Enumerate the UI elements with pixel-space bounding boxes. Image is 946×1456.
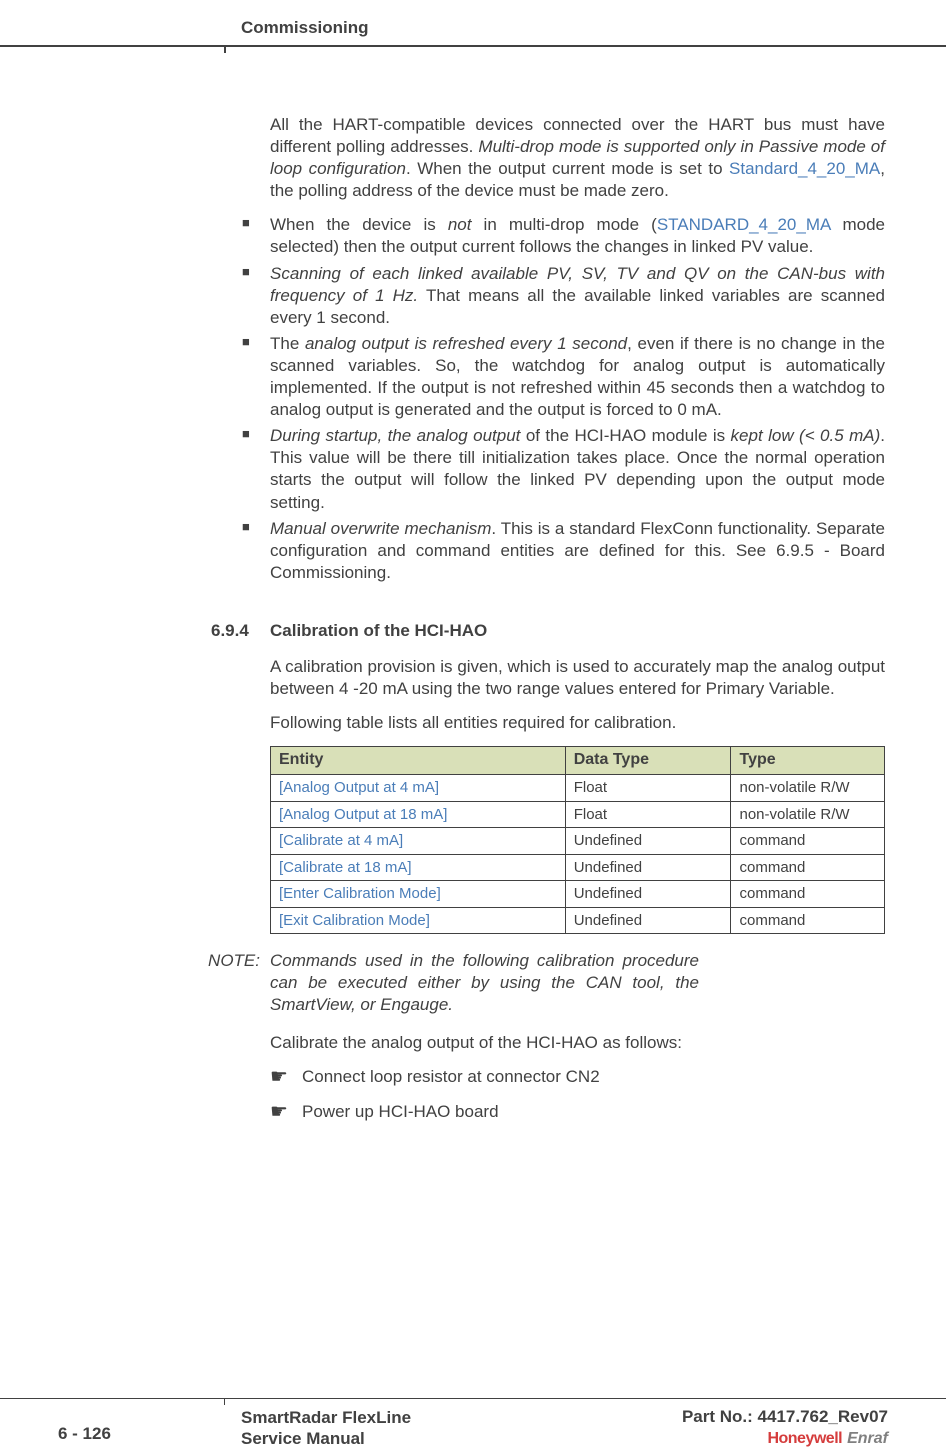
intro-text-2: . When the output current mode is set to	[406, 159, 729, 178]
calibrate-intro: Calibrate the analog output of the HCI-H…	[270, 1032, 885, 1054]
cell-datatype: Undefined	[565, 828, 731, 855]
page-number: 6 - 126	[58, 1424, 111, 1444]
footer-product: SmartRadar FlexLine	[241, 1408, 411, 1427]
cell-type: non-volatile R/W	[731, 801, 885, 828]
bullet-1: Scanning of each linked available PV, SV…	[242, 263, 885, 329]
cell-datatype: Float	[565, 801, 731, 828]
honeywell-logo: Honeywell	[767, 1430, 842, 1447]
b3-p0: During startup, the analog output	[270, 426, 520, 445]
main-content: All the HART-compatible devices connecte…	[270, 114, 885, 1135]
b2-p1: analog output is refreshed every 1 secon…	[305, 334, 627, 353]
bullet-0: When the device is not in multi-drop mod…	[242, 214, 885, 258]
b3-p1: of the HCI-HAO module is	[520, 426, 730, 445]
table-row: [Calibrate at 4 mA] Undefined command	[271, 828, 885, 855]
cell-type: command	[731, 907, 885, 934]
cell-entity: [Calibrate at 4 mA]	[271, 828, 566, 855]
bullet-2: The analog output is refreshed every 1 s…	[242, 333, 885, 421]
page-footer: 6 - 126 SmartRadar FlexLine Service Manu…	[0, 1398, 946, 1456]
bullet-4: Manual overwrite mechanism. This is a st…	[242, 518, 885, 584]
section-para-2: Following table lists all entities requi…	[270, 712, 885, 734]
th-datatype: Data Type	[565, 747, 731, 775]
bullet-3: During startup, the analog output of the…	[242, 425, 885, 513]
section-heading: 6.9.4 Calibration of the HCI-HAO	[270, 620, 885, 642]
enraf-logo: Enraf	[847, 1430, 888, 1447]
cell-type: non-volatile R/W	[731, 775, 885, 802]
footer-logo: Honeywell Enraf	[767, 1430, 888, 1448]
calibrate-steps: Connect loop resistor at connector CN2 P…	[270, 1066, 885, 1122]
b0-p2: in multi-drop mode (	[471, 215, 656, 234]
cell-datatype: Undefined	[565, 854, 731, 881]
feature-bullet-list: When the device is not in multi-drop mod…	[242, 214, 885, 584]
cell-type: command	[731, 828, 885, 855]
section-title: Calibration of the HCI-HAO	[270, 620, 487, 642]
cell-datatype: Float	[565, 775, 731, 802]
cell-type: command	[731, 854, 885, 881]
table-row: [Analog Output at 4 mA] Float non-volati…	[271, 775, 885, 802]
section-number: 6.9.4	[211, 620, 270, 642]
cell-entity: [Exit Calibration Mode]	[271, 907, 566, 934]
cell-entity: [Calibrate at 18 mA]	[271, 854, 566, 881]
b4-p0: Manual overwrite mechanism	[270, 519, 491, 538]
step-0: Connect loop resistor at connector CN2	[270, 1066, 885, 1088]
note-block: NOTE: Commands used in the following cal…	[184, 950, 699, 1016]
cell-datatype: Undefined	[565, 881, 731, 908]
b0-p0: When the device is	[270, 215, 448, 234]
b3-p2: kept low (< 0.5 mA)	[731, 426, 881, 445]
table-row: [Calibrate at 18 mA] Undefined command	[271, 854, 885, 881]
th-entity: Entity	[271, 747, 566, 775]
page-header-title: Commissioning	[241, 18, 369, 38]
footer-part-number: Part No.: 4417.762_Rev07	[682, 1407, 888, 1427]
section-para-1: A calibration provision is given, which …	[270, 656, 885, 700]
header-rule	[0, 45, 946, 47]
footer-center: SmartRadar FlexLine Service Manual	[241, 1407, 411, 1450]
b0-p1: not	[448, 215, 472, 234]
intro-link: Standard_4_20_MA	[729, 159, 880, 178]
calibration-entities-table: Entity Data Type Type [Analog Output at …	[270, 746, 885, 934]
table-row: [Exit Calibration Mode] Undefined comman…	[271, 907, 885, 934]
cell-entity: [Analog Output at 18 mA]	[271, 801, 566, 828]
cell-type: command	[731, 881, 885, 908]
footer-doc-type: Service Manual	[241, 1429, 365, 1448]
th-type: Type	[731, 747, 885, 775]
note-label: NOTE:	[184, 950, 270, 1016]
table-row: [Enter Calibration Mode] Undefined comma…	[271, 881, 885, 908]
step-1: Power up HCI-HAO board	[270, 1101, 885, 1123]
intro-paragraph: All the HART-compatible devices connecte…	[270, 114, 885, 202]
note-text: Commands used in the following calibrati…	[270, 950, 699, 1016]
cell-datatype: Undefined	[565, 907, 731, 934]
table-row: [Analog Output at 18 mA] Float non-volat…	[271, 801, 885, 828]
cell-entity: [Analog Output at 4 mA]	[271, 775, 566, 802]
header-tick	[224, 45, 226, 53]
cell-entity: [Enter Calibration Mode]	[271, 881, 566, 908]
b2-p0: The	[270, 334, 305, 353]
b0-link: STANDARD_4_20_MA	[657, 215, 831, 234]
footer-content: 6 - 126 SmartRadar FlexLine Service Manu…	[0, 1398, 946, 1456]
table-header-row: Entity Data Type Type	[271, 747, 885, 775]
